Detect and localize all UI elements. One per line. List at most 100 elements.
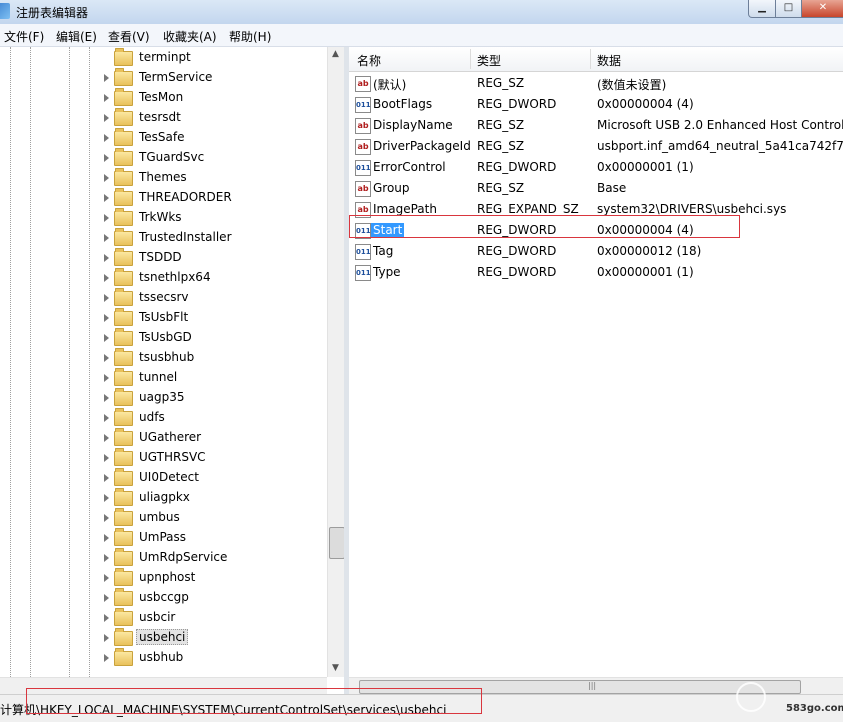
tree-item[interactable]: TSDDD [0, 248, 330, 268]
tree-item[interactable]: uagp35 [0, 388, 330, 408]
expand-arrow-icon[interactable] [104, 454, 109, 462]
expand-arrow-icon[interactable] [104, 354, 109, 362]
tree-item[interactable]: udfs [0, 408, 330, 428]
value-name: Group [373, 181, 410, 195]
minimize-button[interactable]: ▁ [748, 0, 776, 18]
menu-file[interactable]: 文件(F) [4, 28, 44, 45]
column-separator[interactable] [470, 49, 471, 69]
tree-item[interactable]: upnphost [0, 568, 330, 588]
tree-item[interactable]: TGuardSvc [0, 148, 330, 168]
expand-arrow-icon[interactable] [104, 94, 109, 102]
tree-item-label: UmPass [139, 530, 187, 544]
tree-item[interactable]: THREADORDER [0, 188, 330, 208]
tree-item[interactable]: usbehci [0, 628, 330, 648]
title-bar: 注册表编辑器 ▁ □ ✕ [0, 0, 843, 24]
expand-arrow-icon[interactable] [104, 634, 109, 642]
expand-arrow-icon[interactable] [104, 514, 109, 522]
menu-edit[interactable]: 编辑(E) [56, 28, 97, 45]
tree-vertical-scrollbar[interactable]: ▲ ▼ [327, 47, 345, 677]
value-row[interactable]: 011 ErrorControl REG_DWORD 0x00000001 (1) [349, 157, 843, 178]
tree-item-label: udfs [139, 410, 165, 424]
tree-item[interactable]: TrustedInstaller [0, 228, 330, 248]
expand-arrow-icon[interactable] [104, 254, 109, 262]
expand-arrow-icon[interactable] [104, 414, 109, 422]
expand-arrow-icon[interactable] [104, 294, 109, 302]
tree-item[interactable]: Themes [0, 168, 330, 188]
tree-item[interactable]: UI0Detect [0, 468, 330, 488]
maximize-button[interactable]: □ [775, 0, 802, 18]
value-list[interactable]: 名称 类型 数据 ab (默认) REG_SZ (数值未设置) 011 BootFlags… [349, 47, 843, 677]
value-type: REG_DWORD [477, 265, 557, 279]
tree-item[interactable]: umbus [0, 508, 330, 528]
tree-item-label: Themes [139, 170, 187, 184]
scroll-down-icon[interactable]: ▼ [332, 663, 339, 673]
menu-favorites[interactable]: 收藏夹(A) [163, 28, 217, 45]
value-row[interactable]: ab Group REG_SZ Base [349, 178, 843, 199]
expand-arrow-icon[interactable] [104, 594, 109, 602]
column-type-header[interactable]: 类型 [477, 52, 501, 69]
tree-item[interactable]: usbhub [0, 648, 330, 668]
string-value-icon: ab [355, 181, 371, 197]
menu-help[interactable]: 帮助(H) [229, 28, 271, 45]
tree-item[interactable]: usbcir [0, 608, 330, 628]
value-row[interactable]: ab DriverPackageId REG_SZ usbport.inf_amd64… [349, 136, 843, 157]
tree-item[interactable]: TesMon [0, 88, 330, 108]
value-row[interactable]: 011 Tag REG_DWORD 0x00000012 (18) [349, 241, 843, 262]
value-row[interactable]: ab DisplayName REG_SZ Microsoft USB 2.0 Enh… [349, 115, 843, 136]
tree-item[interactable]: tssecsrv [0, 288, 330, 308]
tree-item[interactable]: TsUsbGD [0, 328, 330, 348]
tree-item[interactable]: TesSafe [0, 128, 330, 148]
value-row[interactable]: ab (默认) REG_SZ (数值未设置) [349, 73, 843, 94]
tree-item[interactable]: uliagpkx [0, 488, 330, 508]
expand-arrow-icon[interactable] [104, 534, 109, 542]
expand-arrow-icon[interactable] [104, 134, 109, 142]
watermark-logo-icon [736, 682, 766, 712]
registry-tree[interactable]: terminpt TermService TesMon tesrsdt TesSafe T… [0, 47, 344, 687]
value-row[interactable]: 011 Type REG_DWORD 0x00000001 (1) [349, 262, 843, 283]
expand-arrow-icon[interactable] [104, 174, 109, 182]
tree-item[interactable]: TrkWks [0, 208, 330, 228]
dword-value-icon: 011 [355, 244, 371, 260]
tree-item[interactable]: UGatherer [0, 428, 330, 448]
tree-item[interactable]: UGTHRSVC [0, 448, 330, 468]
expand-arrow-icon[interactable] [104, 314, 109, 322]
expand-arrow-icon[interactable] [104, 434, 109, 442]
expand-arrow-icon[interactable] [104, 374, 109, 382]
tree-item[interactable]: usbccgp [0, 588, 330, 608]
scroll-up-icon[interactable]: ▲ [332, 49, 339, 59]
tree-item[interactable]: tesrsdt [0, 108, 330, 128]
expand-arrow-icon[interactable] [104, 234, 109, 242]
expand-arrow-icon[interactable] [104, 554, 109, 562]
expand-arrow-icon[interactable] [104, 74, 109, 82]
tree-item[interactable]: tunnel [0, 368, 330, 388]
close-button[interactable]: ✕ [801, 0, 843, 18]
tree-item[interactable]: TsUsbFlt [0, 308, 330, 328]
value-name: BootFlags [373, 97, 433, 111]
expand-arrow-icon[interactable] [104, 474, 109, 482]
expand-arrow-icon[interactable] [104, 114, 109, 122]
expand-arrow-icon[interactable] [104, 654, 109, 662]
expand-arrow-icon[interactable] [104, 394, 109, 402]
column-data-header[interactable]: 数据 [597, 52, 621, 69]
scroll-thumb[interactable] [329, 527, 345, 559]
expand-arrow-icon[interactable] [104, 214, 109, 222]
tree-item-label: TesMon [139, 90, 184, 104]
menu-view[interactable]: 查看(V) [108, 28, 150, 45]
value-data: 0x00000012 (18) [597, 244, 702, 258]
tree-item[interactable]: TermService [0, 68, 330, 88]
column-separator[interactable] [590, 49, 591, 69]
value-row[interactable]: 011 BootFlags REG_DWORD 0x00000004 (4) [349, 94, 843, 115]
expand-arrow-icon[interactable] [104, 274, 109, 282]
expand-arrow-icon[interactable] [104, 614, 109, 622]
expand-arrow-icon[interactable] [104, 334, 109, 342]
tree-item[interactable]: UmPass [0, 528, 330, 548]
expand-arrow-icon[interactable] [104, 574, 109, 582]
tree-item[interactable]: terminpt [0, 48, 330, 68]
column-name-header[interactable]: 名称 [357, 52, 381, 69]
tree-item[interactable]: UmRdpService [0, 548, 330, 568]
expand-arrow-icon[interactable] [104, 194, 109, 202]
expand-arrow-icon[interactable] [104, 154, 109, 162]
tree-item[interactable]: tsusbhub [0, 348, 330, 368]
expand-arrow-icon[interactable] [104, 494, 109, 502]
tree-item[interactable]: tsnethlpx64 [0, 268, 330, 288]
